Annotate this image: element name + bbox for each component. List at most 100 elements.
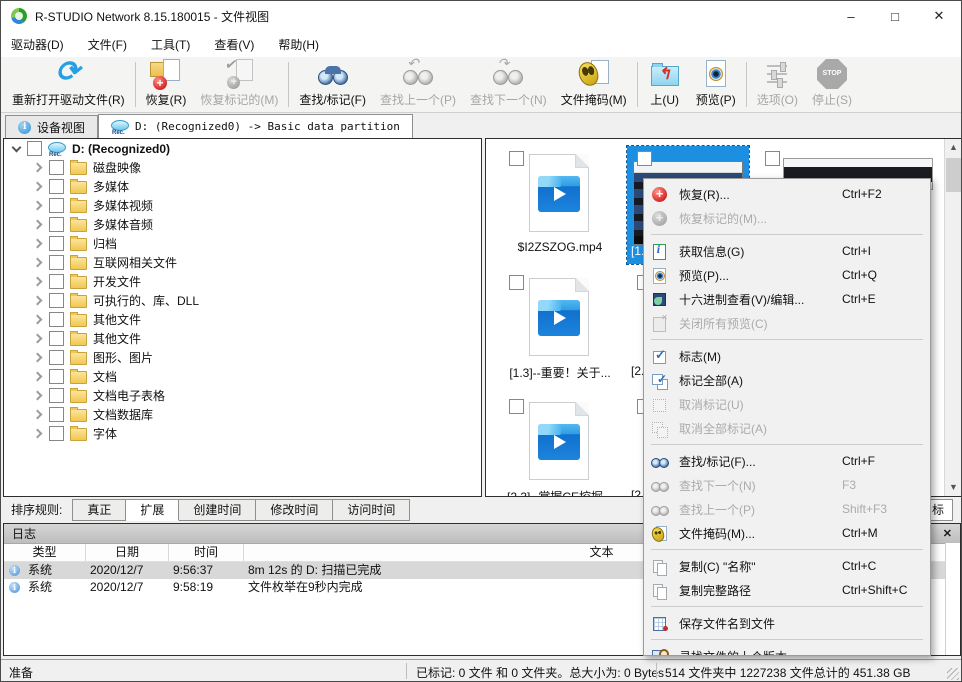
tree-folder-item[interactable]: 其他文件 (4, 329, 481, 348)
close-button[interactable]: ✕ (917, 2, 961, 30)
context-menu-item[interactable]: 标记全部(A) (644, 368, 930, 392)
tree-folder-item[interactable]: 磁盘映像 (4, 158, 481, 177)
toolbar-button-up-folder[interactable]: 上(U) (641, 57, 689, 112)
chevron-down-icon[interactable] (12, 144, 21, 153)
sort-tab[interactable]: 修改时间 (256, 499, 333, 521)
checkbox[interactable] (49, 274, 64, 289)
chevron-right-icon[interactable] (34, 296, 43, 305)
chevron-right-icon[interactable] (34, 201, 43, 210)
context-menu-item[interactable]: 文件掩码(M)...Ctrl+M (644, 521, 930, 545)
chevron-right-icon[interactable] (34, 182, 43, 191)
tree-folder-item[interactable]: 互联网相关文件 (4, 253, 481, 272)
context-menu-item[interactable]: 预览(P)...Ctrl+Q (644, 263, 930, 287)
chevron-right-icon[interactable] (34, 353, 43, 362)
tree-folder-item[interactable]: 文档 (4, 367, 481, 386)
checkbox[interactable] (49, 407, 64, 422)
chevron-right-icon[interactable] (34, 277, 43, 286)
checkbox[interactable] (49, 198, 64, 213)
maximize-button[interactable]: □ (873, 2, 917, 30)
scroll-up-icon[interactable]: ▲ (945, 139, 962, 156)
tree-root-item[interactable]: Rec.D: (Recognized0) (4, 139, 481, 158)
close-icon[interactable]: ✕ (943, 527, 952, 540)
chevron-right-icon[interactable] (34, 163, 43, 172)
toolbar-button-recover[interactable]: 恢复(R) (139, 57, 194, 112)
menu-item[interactable]: 查看(V) (214, 36, 254, 53)
tree-folder-item[interactable]: 其他文件 (4, 310, 481, 329)
menu-item[interactable]: 文件(F) (88, 36, 127, 53)
sort-tab[interactable]: 创建时间 (179, 499, 256, 521)
checkbox[interactable] (509, 151, 524, 166)
chevron-right-icon[interactable] (34, 239, 43, 248)
checkbox[interactable] (49, 350, 64, 365)
checkbox[interactable] (49, 217, 64, 232)
tab-recognized-partition[interactable]: Rec. D: (Recognized0) -> Basic data part… (98, 114, 413, 138)
tree-folder-item[interactable]: 可执行的、库、DLL (4, 291, 481, 310)
scrollbar-thumb[interactable] (946, 158, 961, 192)
chevron-right-icon[interactable] (34, 372, 43, 381)
context-menu-item[interactable]: 获取信息(G)Ctrl+I (644, 239, 930, 263)
menu-item[interactable]: 工具(T) (151, 36, 190, 53)
context-menu-item[interactable]: 查找/标记(F)...Ctrl+F (644, 449, 930, 473)
checkbox[interactable] (49, 369, 64, 384)
checkbox[interactable] (765, 151, 780, 166)
context-menu-item: 取消全部标记(A) (644, 416, 930, 440)
scroll-down-icon[interactable]: ▼ (945, 479, 962, 496)
context-menu-item[interactable]: 保存文件名到文件 (644, 611, 930, 635)
context-menu-item[interactable]: 恢复(R)...Ctrl+F2 (644, 182, 930, 206)
toolbar-button-find-mark[interactable]: 查找/标记(F) (292, 57, 373, 112)
checkbox[interactable] (49, 312, 64, 327)
checkbox[interactable] (49, 179, 64, 194)
tree-folder-item[interactable]: 文档数据库 (4, 405, 481, 424)
menu-item[interactable]: 驱动器(D) (11, 36, 64, 53)
log-column-header[interactable]: 时间 (169, 544, 244, 561)
checkbox[interactable] (509, 399, 524, 414)
checkbox[interactable] (49, 331, 64, 346)
chevron-right-icon[interactable] (34, 220, 43, 229)
checkbox[interactable] (49, 388, 64, 403)
tree-folder-item[interactable]: 多媒体音频 (4, 215, 481, 234)
file-panel-scrollbar[interactable]: ▲ ▼ (944, 139, 962, 496)
chevron-right-icon[interactable] (34, 391, 43, 400)
chevron-right-icon[interactable] (34, 429, 43, 438)
checkbox[interactable] (637, 151, 652, 166)
context-menu-item[interactable]: 十六进制查看(V)/编辑...Ctrl+E (644, 287, 930, 311)
toolbar-button-reopen-drive[interactable]: 重新打开驱动文件(R) (5, 57, 132, 112)
toolbar-button-file-mask[interactable]: 文件掩码(M) (554, 57, 634, 112)
context-menu-item[interactable]: 复制完整路径Ctrl+Shift+C (644, 578, 930, 602)
log-column-header[interactable]: 类型 (4, 544, 86, 561)
file-item[interactable]: $I2ZSZOG.mp4 (499, 146, 621, 264)
file-item[interactable]: [2.3]--掌握CE挖掘... (499, 394, 621, 497)
resize-grip[interactable] (947, 668, 959, 680)
checkbox[interactable] (49, 236, 64, 251)
checkbox[interactable] (49, 255, 64, 270)
chevron-right-icon[interactable] (34, 258, 43, 267)
checkbox[interactable] (49, 426, 64, 441)
menu-item[interactable]: 帮助(H) (278, 36, 319, 53)
checkbox[interactable] (27, 141, 42, 156)
tree-folder-item[interactable]: 归档 (4, 234, 481, 253)
tree-folder-item[interactable]: 多媒体 (4, 177, 481, 196)
tree-folder-item[interactable]: 多媒体视频 (4, 196, 481, 215)
context-menu-item[interactable]: 寻找文件的上个版本 (644, 644, 930, 656)
tree-folder-item[interactable]: 字体 (4, 424, 481, 443)
checkbox[interactable] (49, 160, 64, 175)
sort-tab[interactable]: 访问时间 (333, 499, 410, 521)
log-scrollbar-track[interactable] (945, 543, 960, 655)
file-item[interactable]: [1.3]--重要！关于... (499, 270, 621, 388)
context-menu-item[interactable]: 标志(M) (644, 344, 930, 368)
chevron-right-icon[interactable] (34, 315, 43, 324)
sort-tab[interactable]: 扩展 (126, 499, 179, 521)
tree-folder-item[interactable]: 图形、图片 (4, 348, 481, 367)
log-column-header[interactable]: 日期 (86, 544, 169, 561)
sort-tab[interactable]: 真正 (72, 499, 126, 521)
chevron-right-icon[interactable] (34, 334, 43, 343)
checkbox[interactable] (509, 275, 524, 290)
tree-folder-item[interactable]: 文档电子表格 (4, 386, 481, 405)
toolbar-button-preview[interactable]: 预览(P) (689, 57, 743, 112)
checkbox[interactable] (49, 293, 64, 308)
tab-device-view[interactable]: 设备视图 (5, 115, 98, 138)
minimize-button[interactable]: – (829, 2, 873, 30)
tree-folder-item[interactable]: 开发文件 (4, 272, 481, 291)
chevron-right-icon[interactable] (34, 410, 43, 419)
context-menu-item[interactable]: 复制(C) "名称"Ctrl+C (644, 554, 930, 578)
